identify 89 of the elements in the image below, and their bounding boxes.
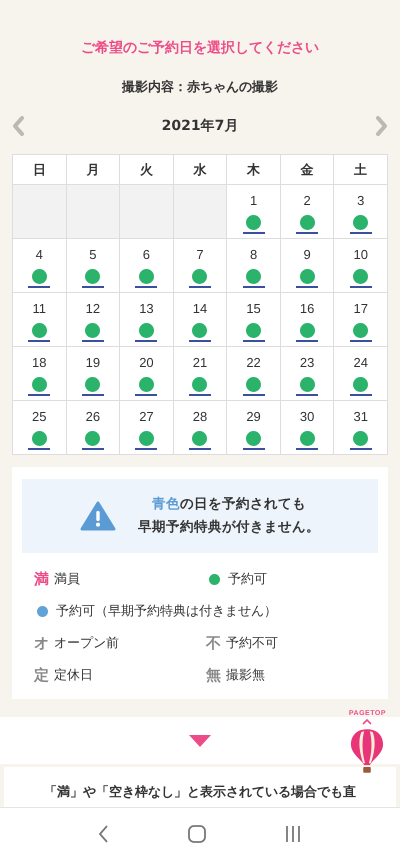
- day-number: 24: [353, 355, 368, 371]
- legend-symbol: 定: [34, 666, 49, 684]
- available-day-link[interactable]: [28, 323, 50, 342]
- available-day-link[interactable]: [242, 377, 265, 396]
- day-number: 12: [86, 301, 100, 317]
- day-number: 6: [142, 247, 150, 263]
- available-day-link[interactable]: [188, 323, 211, 342]
- available-day-link[interactable]: [82, 377, 104, 396]
- legend-symbol: 不: [206, 634, 221, 652]
- legend-label: オープン前: [54, 635, 119, 652]
- day-number: 28: [192, 409, 208, 425]
- shoot-type: 撮影内容：赤ちゃんの撮影: [120, 78, 279, 97]
- day-number: 13: [139, 301, 154, 317]
- available-day-link[interactable]: [350, 269, 372, 288]
- day-number: 14: [192, 301, 208, 317]
- available-day-link[interactable]: [296, 323, 318, 342]
- day-number: 26: [86, 409, 100, 425]
- available-day-link[interactable]: [188, 269, 211, 288]
- up-chevron-icon[interactable]: [362, 719, 372, 725]
- day-number: 5: [89, 247, 96, 263]
- legend-label: 予約不可: [226, 635, 278, 652]
- available-day-link[interactable]: [28, 377, 50, 396]
- available-day-link[interactable]: [135, 269, 158, 288]
- day-number: 9: [304, 247, 311, 263]
- day-number: 11: [32, 301, 46, 317]
- available-day-link[interactable]: [82, 269, 104, 288]
- available-day-link[interactable]: [28, 431, 50, 450]
- weekday-header: 土: [334, 155, 388, 185]
- legend-label: 満員: [54, 571, 80, 588]
- day-number: 25: [32, 409, 47, 425]
- day-number: 3: [357, 193, 364, 209]
- available-day-link[interactable]: [242, 323, 265, 342]
- day-number: 21: [192, 355, 208, 371]
- month-title: 2021年7月: [162, 117, 238, 135]
- available-day-link[interactable]: [296, 269, 318, 288]
- day-number: 30: [300, 409, 314, 425]
- available-day-link[interactable]: [82, 323, 104, 342]
- recent-apps-icon[interactable]: [284, 824, 302, 844]
- available-day-link[interactable]: [350, 323, 372, 342]
- available-day-link[interactable]: [242, 215, 265, 234]
- available-day-link[interactable]: [296, 431, 318, 450]
- available-day-link[interactable]: [135, 323, 158, 342]
- day-number: 31: [353, 409, 368, 425]
- day-number: 29: [246, 409, 261, 425]
- home-icon[interactable]: [186, 824, 207, 844]
- available-day-link[interactable]: [82, 431, 104, 450]
- available-day-link[interactable]: [242, 269, 265, 288]
- day-number: 16: [300, 301, 314, 317]
- day-number: 27: [139, 409, 154, 425]
- day-number: 23: [300, 355, 314, 371]
- warning-icon: [80, 501, 116, 531]
- day-number: 4: [36, 247, 43, 263]
- page-heading: ご希望のご予約日を選択してください: [80, 39, 320, 58]
- available-day-link[interactable]: [135, 377, 158, 396]
- available-day-link[interactable]: [350, 431, 372, 450]
- day-number: 7: [196, 247, 204, 263]
- back-icon[interactable]: [98, 824, 110, 844]
- available-day-link[interactable]: [242, 431, 265, 450]
- weekday-header: 金: [280, 155, 334, 185]
- day-number: 22: [246, 355, 261, 371]
- available-day-link[interactable]: [135, 431, 158, 450]
- available-day-link[interactable]: [296, 377, 318, 396]
- legend-label: 定休日: [54, 667, 93, 684]
- available-day-link[interactable]: [28, 269, 50, 288]
- legend-label: 予約可: [228, 571, 267, 588]
- available-day-link[interactable]: [350, 215, 372, 234]
- day-number: 2: [304, 193, 311, 209]
- legend-label: 予約可（早期予約特典は付きません）: [56, 603, 277, 620]
- weekday-header: 木: [227, 155, 281, 185]
- day-number: 8: [250, 247, 258, 263]
- available-day-link[interactable]: [188, 377, 211, 396]
- day-number: 17: [353, 301, 368, 317]
- available-day-link[interactable]: [296, 215, 318, 234]
- note-text: 「満」や「空き枠なし」と表示されている場合でも直: [44, 784, 356, 801]
- day-number: 10: [353, 247, 368, 263]
- day-number: 18: [32, 355, 47, 371]
- notice-text: 青色の日を予約されても 早期予約特典が付きません。: [138, 495, 320, 537]
- day-number: 1: [250, 193, 258, 209]
- legend-label: 撮影無: [226, 667, 265, 684]
- down-triangle-icon[interactable]: [189, 734, 211, 746]
- day-number: 20: [139, 355, 154, 371]
- available-day-link[interactable]: [188, 431, 211, 450]
- available-day-link[interactable]: [350, 377, 372, 396]
- legend-symbol: 無: [206, 666, 221, 684]
- day-number: 19: [86, 355, 100, 371]
- legend-symbol: 満: [34, 570, 49, 588]
- day-number: 15: [246, 301, 261, 317]
- legend-symbol: オ: [34, 634, 49, 652]
- balloon-drawing[interactable]: [350, 727, 384, 775]
